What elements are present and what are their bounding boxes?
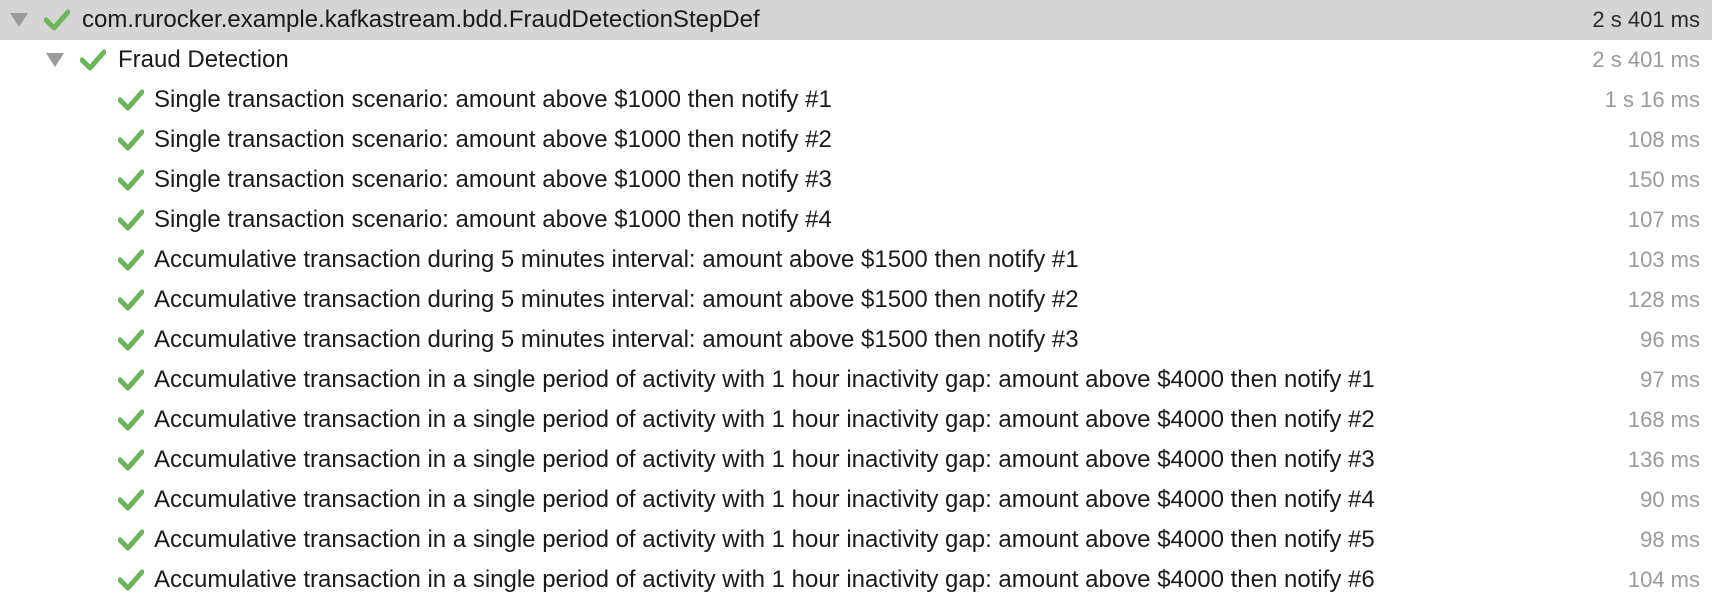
scenario-label: Accumulative transaction in a single per…	[154, 446, 1375, 473]
tree-row-feature[interactable]: Fraud Detection 2 s 401 ms	[0, 40, 1712, 80]
scenario-label: Single transaction scenario: amount abov…	[154, 166, 832, 193]
tree-row-scenario[interactable]: Single transaction scenario: amount abov…	[0, 200, 1712, 240]
scenario-duration: 150 ms	[1627, 167, 1700, 192]
scenario-duration: 128 ms	[1627, 287, 1700, 312]
tree-row-scenario[interactable]: Accumulative transaction in a single per…	[0, 560, 1712, 598]
scenario-label: Accumulative transaction in a single per…	[154, 486, 1375, 513]
tree-row-scenario[interactable]: Accumulative transaction during 5 minute…	[0, 320, 1712, 360]
check-icon	[118, 489, 144, 511]
scenario-duration: 108 ms	[1627, 127, 1700, 152]
check-icon	[44, 9, 70, 31]
scenario-duration: 96 ms	[1640, 327, 1700, 352]
tree-row-scenario[interactable]: Single transaction scenario: amount abov…	[0, 120, 1712, 160]
check-icon	[118, 449, 144, 471]
tree-row-root[interactable]: com.rurocker.example.kafkastream.bdd.Fra…	[0, 0, 1712, 40]
scenario-label: Accumulative transaction in a single per…	[154, 566, 1375, 593]
check-icon	[118, 529, 144, 551]
check-icon	[118, 169, 144, 191]
check-icon	[118, 369, 144, 391]
check-icon	[118, 89, 144, 111]
expand-toggle-icon[interactable]	[10, 13, 28, 27]
check-icon	[80, 49, 106, 71]
scenario-label: Accumulative transaction in a single per…	[154, 366, 1375, 393]
check-icon	[118, 409, 144, 431]
scenario-label: Accumulative transaction during 5 minute…	[154, 246, 1079, 273]
tree-label-feature: Fraud Detection	[118, 46, 289, 73]
scenario-label: Accumulative transaction during 5 minute…	[154, 326, 1079, 353]
tree-row-scenario[interactable]: Accumulative transaction in a single per…	[0, 440, 1712, 480]
check-icon	[118, 209, 144, 231]
scenario-label: Single transaction scenario: amount abov…	[154, 86, 832, 113]
scenario-label: Single transaction scenario: amount abov…	[154, 126, 832, 153]
check-icon	[118, 569, 144, 591]
scenario-duration: 107 ms	[1627, 207, 1700, 232]
scenario-label: Single transaction scenario: amount abov…	[154, 206, 832, 233]
tree-row-scenario[interactable]: Single transaction scenario: amount abov…	[0, 160, 1712, 200]
scenario-duration: 90 ms	[1640, 487, 1700, 512]
tree-row-scenario[interactable]: Accumulative transaction in a single per…	[0, 480, 1712, 520]
tree-label-root: com.rurocker.example.kafkastream.bdd.Fra…	[82, 6, 760, 33]
check-icon	[118, 289, 144, 311]
scenario-duration: 103 ms	[1627, 247, 1700, 272]
scenario-label: Accumulative transaction in a single per…	[154, 406, 1375, 433]
tree-row-scenario[interactable]: Accumulative transaction in a single per…	[0, 360, 1712, 400]
tree-row-scenario[interactable]: Accumulative transaction in a single per…	[0, 400, 1712, 440]
test-results-tree: com.rurocker.example.kafkastream.bdd.Fra…	[0, 0, 1712, 598]
tree-row-scenario[interactable]: Accumulative transaction during 5 minute…	[0, 280, 1712, 320]
tree-row-scenario[interactable]: Accumulative transaction in a single per…	[0, 520, 1712, 560]
scenario-label: Accumulative transaction in a single per…	[154, 526, 1375, 553]
duration-root: 2 s 401 ms	[1592, 7, 1700, 32]
scenario-duration: 97 ms	[1640, 367, 1700, 392]
scenario-label: Accumulative transaction during 5 minute…	[154, 286, 1079, 313]
scenario-duration: 136 ms	[1627, 447, 1700, 472]
scenario-duration: 168 ms	[1627, 407, 1700, 432]
scenario-duration: 98 ms	[1640, 527, 1700, 552]
tree-row-scenario[interactable]: Single transaction scenario: amount abov…	[0, 80, 1712, 120]
check-icon	[118, 329, 144, 351]
tree-row-scenario[interactable]: Accumulative transaction during 5 minute…	[0, 240, 1712, 280]
duration-feature: 2 s 401 ms	[1592, 47, 1700, 72]
check-icon	[118, 249, 144, 271]
check-icon	[118, 129, 144, 151]
scenario-duration: 1 s 16 ms	[1604, 87, 1700, 112]
expand-toggle-icon[interactable]	[46, 53, 64, 67]
scenario-duration: 104 ms	[1627, 567, 1700, 592]
